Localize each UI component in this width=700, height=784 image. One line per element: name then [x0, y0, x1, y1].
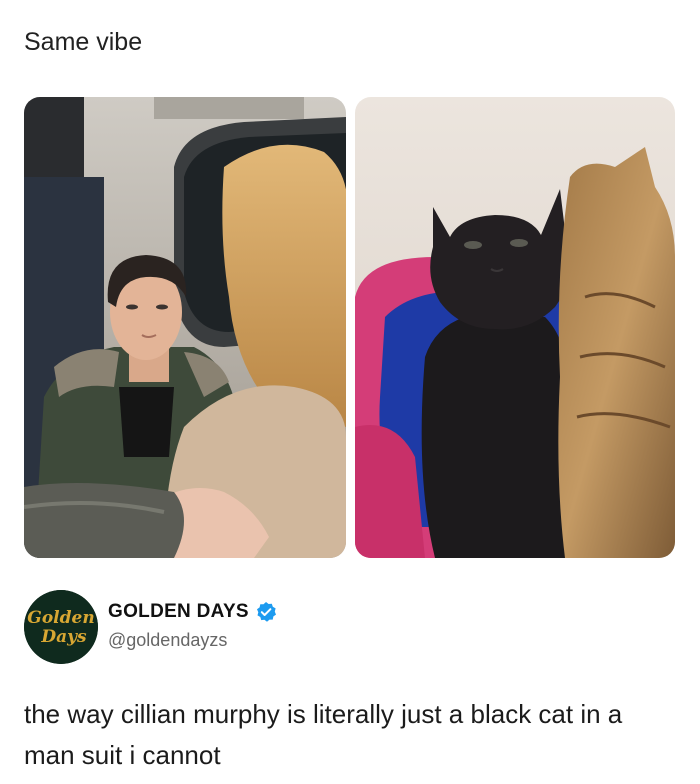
author-handle[interactable]: @goldendayzs — [108, 630, 227, 651]
image-grid — [24, 97, 675, 558]
post-caption: Same vibe — [24, 28, 143, 56]
cat-photo-illustration — [355, 97, 675, 558]
verified-badge-icon — [257, 602, 276, 622]
photo-black-cat[interactable] — [355, 97, 675, 558]
man-photo-illustration — [24, 97, 346, 558]
avatar-text-line2: Days — [40, 627, 87, 647]
avatar-text-line1: Golden — [27, 608, 94, 628]
golden-days-logo: Golden Days — [24, 590, 98, 664]
author-avatar[interactable]: Golden Days — [24, 590, 98, 664]
author-display-name[interactable]: GOLDEN DAYS — [108, 601, 249, 623]
tweet-author: Golden Days GOLDEN DAYS @goldendayzs — [24, 590, 664, 666]
photo-man-on-train[interactable] — [24, 97, 346, 558]
tweet-body: the way cillian murphy is literally just… — [24, 699, 623, 770]
